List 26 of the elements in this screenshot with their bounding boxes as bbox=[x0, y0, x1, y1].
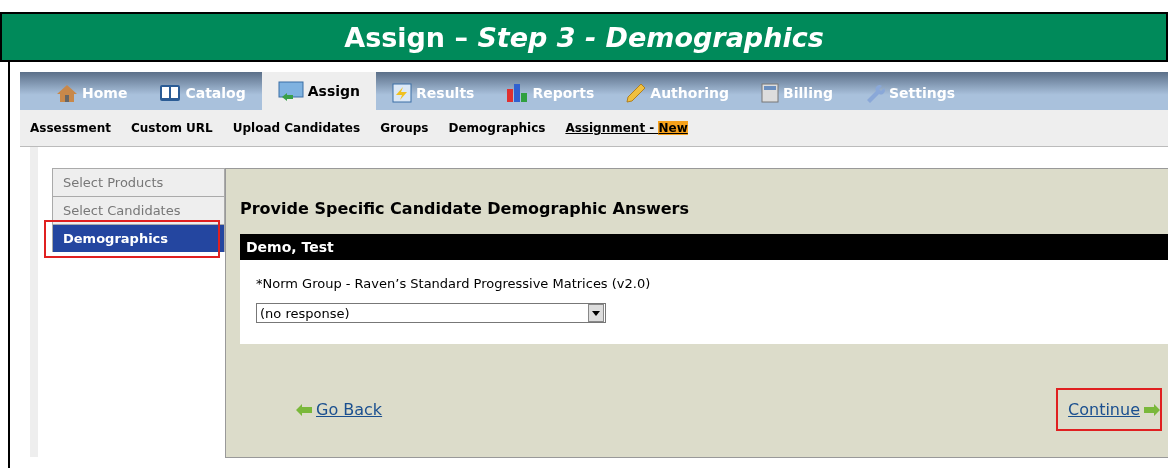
step-item[interactable]: Demographics bbox=[52, 224, 225, 252]
pencil-icon bbox=[626, 83, 647, 103]
right-arrow-icon bbox=[1144, 403, 1160, 416]
candidate-bar: Demo, Test bbox=[240, 234, 1168, 260]
go-back-link[interactable]: Go Back bbox=[316, 400, 383, 419]
panel-heading: Provide Specific Candidate Demographic Answers bbox=[240, 199, 690, 218]
sub-nav-link[interactable]: Assessment bbox=[30, 121, 111, 135]
results-icon bbox=[392, 83, 413, 103]
left-arrow-icon bbox=[296, 403, 312, 416]
sub-nav-link[interactable]: Upload Candidates bbox=[232, 121, 361, 135]
bar-chart-icon bbox=[506, 83, 529, 103]
sub-nav-link[interactable]: Demographics bbox=[448, 121, 546, 135]
continue-link[interactable]: Continue bbox=[1068, 400, 1140, 419]
nav-tab[interactable]: Assign bbox=[261, 72, 377, 110]
sub-nav-link[interactable]: Assignment - New bbox=[565, 121, 688, 135]
banner-title: Assign – Step 3 - Demographics bbox=[344, 21, 824, 53]
step-item[interactable]: Select Products bbox=[52, 168, 225, 196]
step-item[interactable]: Select Candidates bbox=[52, 196, 225, 224]
caret-icon bbox=[592, 310, 600, 316]
house-icon bbox=[56, 83, 78, 103]
sub-nav-link[interactable]: Groups bbox=[380, 121, 429, 135]
book-icon bbox=[159, 84, 182, 102]
sub-nav-link[interactable]: Custom URL bbox=[130, 121, 213, 135]
question-label: *Norm Group - Raven’s Standard Progressive Matrices (v2.0) bbox=[256, 276, 652, 291]
answer-dropdown[interactable]: (no response) bbox=[256, 303, 606, 323]
calculator-icon bbox=[761, 83, 780, 103]
